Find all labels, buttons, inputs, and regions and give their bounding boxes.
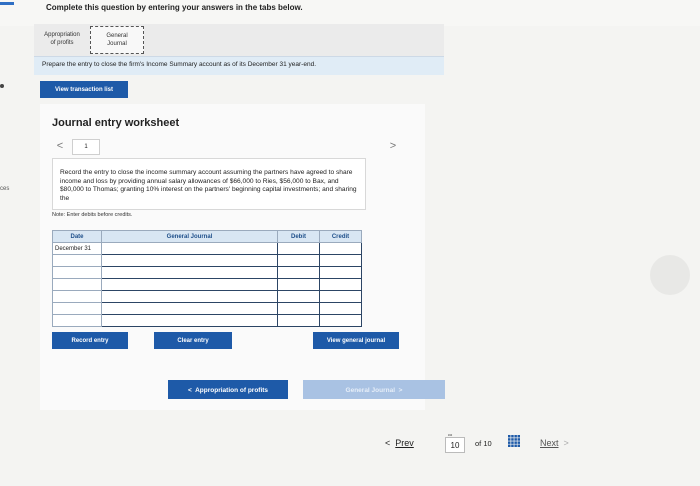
note: Note: Enter debits before credits. [52,212,133,218]
page-total: of 10 [475,439,492,448]
background-smudge [650,255,690,295]
tab-label-line2: Journal [107,41,127,47]
record-entry-button[interactable]: Record entry [52,332,128,349]
account-input[interactable] [101,278,278,291]
tab-label-line1: Appropriation [44,32,80,38]
side-text: ces [0,186,10,192]
credit-input[interactable] [319,278,362,291]
journal-table: Date General Journal Debit Credit Decemb… [52,230,362,327]
date-cell [52,278,102,291]
account-input[interactable] [101,242,278,255]
general-journal-label: General Journal [345,387,396,394]
view-transaction-list-button[interactable]: View transaction list [40,81,128,98]
table-row [52,302,362,315]
prev-entry-arrow[interactable]: < [53,140,67,153]
table-row [52,266,362,279]
debit-input[interactable] [277,302,320,315]
tab-appropriation-of-profits[interactable]: Appropriation of profits [36,31,88,47]
credit-input[interactable] [319,314,362,327]
next-entry-arrow[interactable]: > [386,140,400,153]
debit-input[interactable] [277,290,320,303]
next-label: Next [540,438,559,448]
account-input[interactable] [101,314,278,327]
grid-icon[interactable] [508,435,520,447]
table-row [52,254,362,267]
account-input[interactable] [101,302,278,315]
credit-input[interactable] [319,290,362,303]
account-input[interactable] [101,254,278,267]
chevron-left-icon: < [187,387,192,394]
entry-description: Record the entry to close the income sum… [60,169,357,202]
col-general-journal: General Journal [101,230,278,243]
instructions: Complete this question by entering your … [46,3,303,12]
entry-page-indicator[interactable]: 1 [72,139,100,155]
credit-input[interactable] [319,266,362,279]
prev-link[interactable]: < Prev [385,438,414,448]
prepare-instruction: Prepare the entry to close the firm's In… [42,61,316,68]
page-number-box[interactable]: 10 [445,437,465,453]
credit-input[interactable] [319,302,362,315]
tab-label-line1: General [106,33,128,39]
date-cell[interactable]: December 31 [52,242,102,255]
chevron-left-icon: < [385,438,391,448]
worksheet-title: Journal entry worksheet [52,117,180,129]
tab-general-journal[interactable]: General Journal [90,26,144,54]
table-row [52,314,362,327]
debit-input[interactable] [277,278,320,291]
date-cell [52,266,102,279]
chevron-right-icon: > [398,387,403,394]
date-cell [52,302,102,315]
side-marker [0,84,4,88]
debit-input[interactable] [277,242,320,255]
general-journal-button[interactable]: General Journal > [303,380,445,399]
next-link[interactable]: Next > [540,438,569,448]
view-general-journal-button[interactable]: View general journal [313,332,399,349]
account-input[interactable] [101,266,278,279]
table-row: December 31 [52,242,362,255]
prev-label: Prev [395,438,414,448]
chevron-left-icon: < [56,140,64,152]
chevron-right-icon: > [389,140,397,152]
credit-input[interactable] [319,242,362,255]
table-row [52,290,362,303]
clear-entry-button[interactable]: Clear entry [154,332,232,349]
col-credit: Credit [319,230,362,243]
date-cell [52,314,102,327]
table-header-row: Date General Journal Debit Credit [52,230,362,243]
credit-input[interactable] [319,254,362,267]
chevron-right-icon: > [563,438,569,448]
appropriation-of-profits-button[interactable]: < Appropriation of profits [168,380,288,399]
table-row [52,278,362,291]
debit-input[interactable] [277,266,320,279]
col-date: Date [52,230,102,243]
debit-input[interactable] [277,314,320,327]
date-cell [52,290,102,303]
accent-dash [0,2,14,5]
debit-input[interactable] [277,254,320,267]
appropriation-label: Appropriation of profits [195,387,269,394]
col-debit: Debit [277,230,320,243]
tab-label-line2: of profits [50,40,74,46]
account-input[interactable] [101,290,278,303]
date-cell [52,254,102,267]
